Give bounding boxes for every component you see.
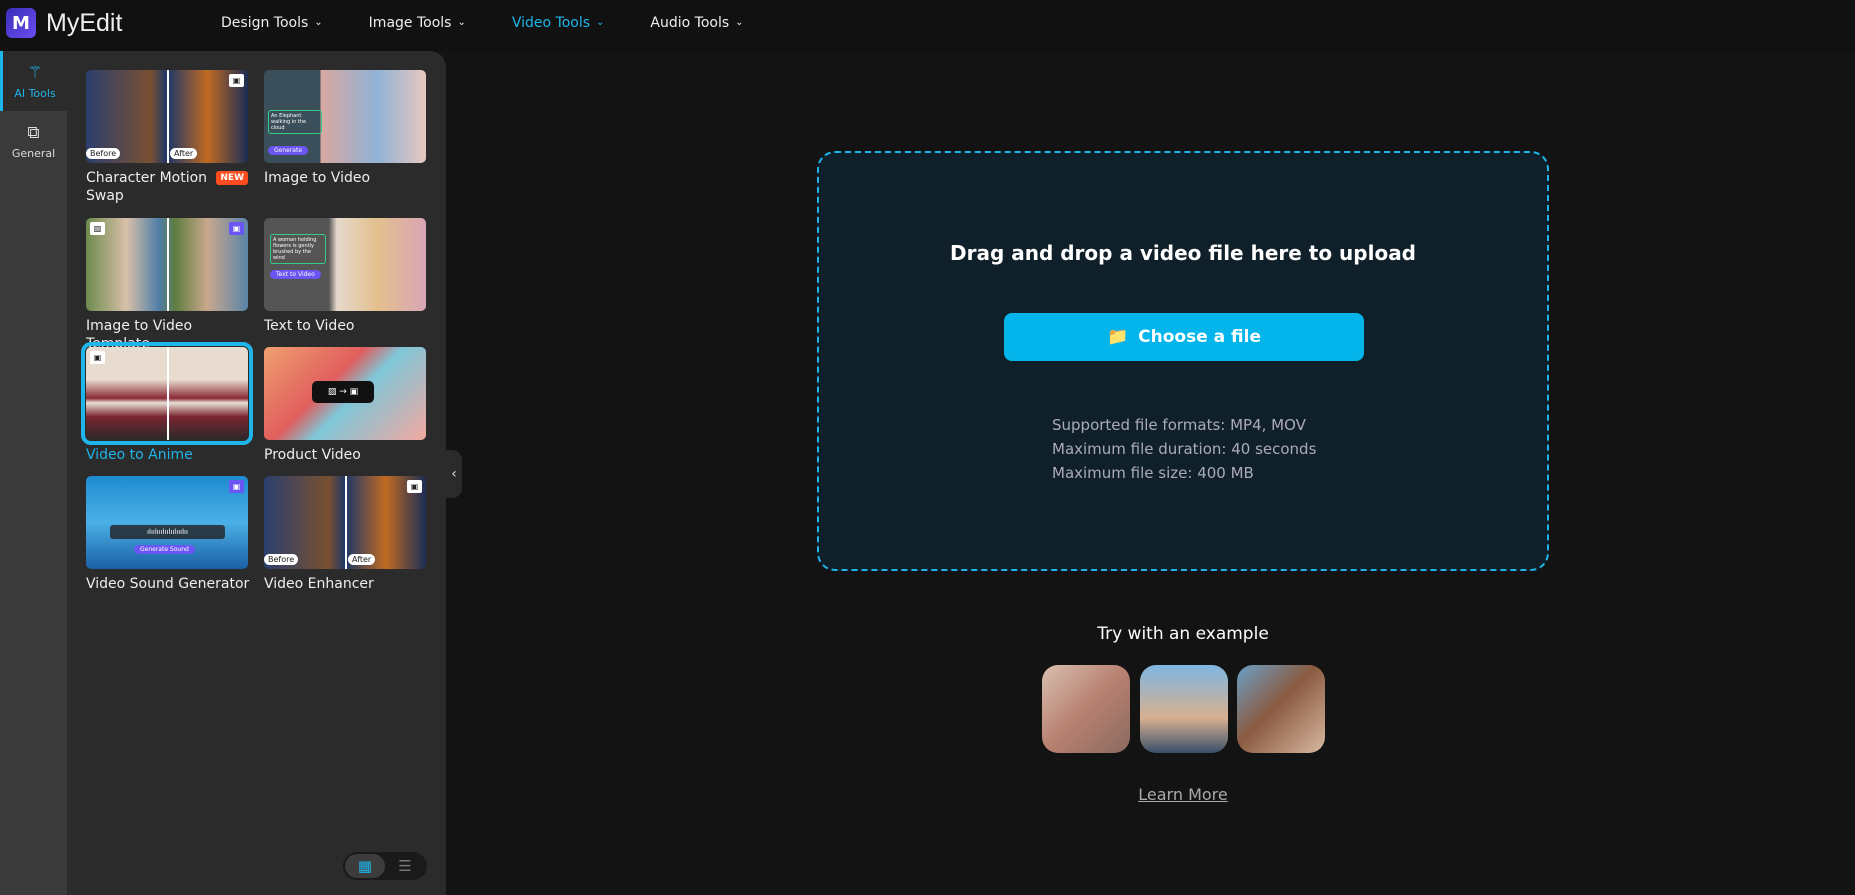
split-divider — [345, 476, 347, 569]
rail-label: AI Tools — [14, 86, 56, 100]
formats-text: Supported file formats: MP4, MOV — [1052, 416, 1306, 434]
after-tag: After — [170, 148, 198, 159]
nav-label: Design Tools — [221, 14, 309, 31]
prompt-overlay: A woman holding flowers is gently brushe… — [270, 234, 326, 264]
main-nav: Design Tools ⌄ Image Tools ⌄ Video Tools ⌄ … — [221, 0, 744, 45]
tool-card-image-to-video-template[interactable]: ▨ ▣ Image to Video Template — [86, 218, 248, 353]
tool-card-character-motion-swap[interactable]: Before After ▣ Character Motion Swap NEW — [86, 70, 248, 205]
tool-card-video-enhancer[interactable]: Before After ▣ Video Enhancer — [264, 476, 426, 593]
top-header: M MyEdit Design Tools ⌄ Image Tools ⌄ Vide… — [0, 0, 1855, 51]
upload-dropzone[interactable]: Drag and drop a video file here to uploa… — [817, 151, 1549, 571]
tools-panel: Before After ▣ Character Motion Swap NEW… — [67, 51, 446, 895]
generate-chip: Generate — [268, 146, 309, 155]
app-name: MyEdit — [46, 8, 123, 37]
tool-title: Video Enhancer — [264, 576, 374, 592]
side-rail: ⚚ AI Tools ⧉ General — [0, 51, 67, 895]
tool-title: Image to Video — [264, 170, 371, 186]
new-badge: NEW — [216, 171, 248, 185]
split-divider — [167, 218, 169, 311]
tool-title: Video Sound Generator — [86, 576, 250, 592]
logo-icon: M — [6, 8, 36, 38]
tool-thumbnail: A woman holding flowers is gently brushe… — [264, 218, 426, 311]
upload-requirements: Supported file formats: MP4, MOV Maximum… — [1052, 413, 1316, 485]
nav-audio-tools[interactable]: Audio Tools ⌄ — [650, 15, 743, 31]
view-toggle: ▦ ☰ — [343, 852, 427, 880]
generate-sound-chip: Generate Sound — [134, 545, 195, 554]
list-view-button[interactable]: ☰ — [385, 854, 425, 878]
video-icon: ▣ — [407, 480, 422, 493]
video-icon: ▣ — [229, 480, 244, 493]
tool-thumbnail: ▨ ▣ — [86, 218, 248, 311]
video-icon: ▣ — [229, 222, 244, 235]
grid-view-button[interactable]: ▦ — [345, 854, 385, 878]
chevron-down-icon: ⌄ — [596, 17, 605, 28]
tool-thumbnail: Before After ▣ — [86, 70, 248, 163]
folder-upload-icon: 📁 — [1106, 327, 1129, 347]
learn-more-link[interactable]: Learn More — [817, 785, 1549, 804]
image-icon: ▨ — [90, 222, 105, 235]
tool-title: Video to Anime — [86, 447, 193, 463]
nav-label: Video Tools — [511, 14, 591, 31]
nav-image-tools[interactable]: Image Tools ⌄ — [369, 15, 466, 31]
after-tag: After — [348, 554, 376, 565]
tool-title: Text to Video — [264, 318, 355, 334]
tool-title: Product Video — [264, 447, 361, 463]
tool-thumbnail: An Elephant walking in the cloud Generat… — [264, 70, 426, 163]
choose-file-button[interactable]: 📁 Choose a file — [1004, 313, 1364, 361]
tool-card-image-to-video[interactable]: An Elephant walking in the cloud Generat… — [264, 70, 426, 187]
example-thumbnail-3[interactable] — [1237, 665, 1325, 753]
before-tag: Before — [264, 554, 299, 565]
duration-text: Maximum file duration: 40 seconds — [1052, 440, 1317, 458]
rail-ai-tools[interactable]: ⚚ AI Tools — [0, 51, 67, 111]
text-to-video-chip: Text to Video — [270, 270, 321, 279]
image-to-video-icon: ▨ → ▣ — [312, 381, 374, 403]
examples-title: Try with an example — [1097, 624, 1269, 644]
tool-thumbnail: ▣ ılıılııılıılıılııılıı Generate Sound — [86, 476, 248, 569]
prompt-overlay: An Elephant walking in the cloud — [268, 110, 322, 134]
tool-card-text-to-video[interactable]: A woman holding flowers is gently brushe… — [264, 218, 426, 335]
chevron-down-icon: ⌄ — [457, 17, 466, 28]
split-divider — [167, 347, 169, 440]
nav-design-tools[interactable]: Design Tools ⌄ — [221, 15, 323, 31]
rail-label: General — [11, 146, 56, 160]
chevron-down-icon: ⌄ — [735, 17, 744, 28]
waveform-icon: ılıılııılıılıılııılıı — [110, 525, 225, 539]
tool-card-video-to-anime[interactable]: ▣ Video to Anime — [81, 342, 253, 464]
chevron-down-icon: ⌄ — [314, 17, 323, 28]
split-divider — [167, 70, 169, 163]
tool-thumbnail: Before After ▣ — [264, 476, 426, 569]
tool-thumbnail: ▨ → ▣ — [264, 347, 426, 440]
tool-card-product-video[interactable]: ▨ → ▣ Product Video — [264, 347, 426, 464]
list-icon: ☰ — [398, 857, 412, 875]
nav-label: Image Tools — [368, 14, 452, 31]
dropzone-title: Drag and drop a video file here to uploa… — [949, 241, 1416, 265]
collapse-panel-button[interactable]: ‹ — [446, 450, 462, 498]
example-thumbnail-1[interactable] — [1042, 665, 1130, 753]
example-thumbnail-2[interactable] — [1140, 665, 1228, 753]
tool-title: Character Motion Swap — [86, 170, 208, 204]
tool-card-video-sound-generator[interactable]: ▣ ılıılııılıılıılııılıı Generate Sound V… — [86, 476, 249, 593]
button-label: Choose a file — [1138, 327, 1262, 347]
logo[interactable]: M MyEdit — [6, 8, 122, 38]
tool-thumbnail: ▣ — [81, 342, 253, 445]
rail-general[interactable]: ⧉ General — [0, 111, 67, 171]
size-text: Maximum file size: 400 MB — [1052, 464, 1254, 482]
chevron-left-icon: ‹ — [451, 466, 457, 482]
grid-icon: ▦ — [357, 857, 373, 875]
video-icon: ▣ — [229, 74, 244, 87]
video-icon: ▣ — [90, 351, 105, 364]
layers-icon: ⧉ — [27, 122, 40, 143]
magic-wand-icon: ⚚ — [27, 62, 43, 83]
nav-video-tools[interactable]: Video Tools ⌄ — [512, 15, 605, 31]
nav-label: Audio Tools — [650, 14, 730, 31]
before-tag: Before — [86, 148, 121, 159]
